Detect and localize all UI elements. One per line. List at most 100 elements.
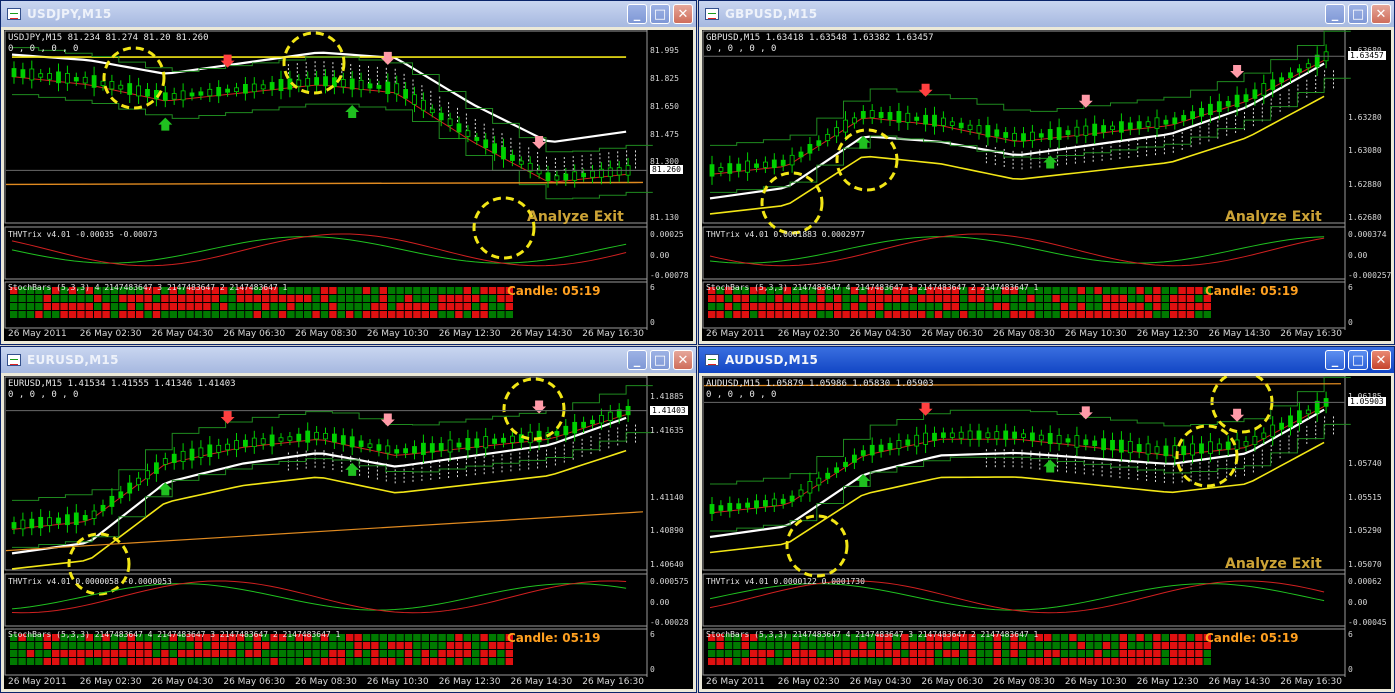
price-axis-label: 1.05515 — [1348, 492, 1382, 502]
chart-icon — [705, 8, 719, 20]
stochbars-label: StochBars (5,3,3) 2147483647 4 214748364… — [706, 283, 1039, 292]
chart-icon — [7, 354, 21, 366]
stoch-axis-label: 0 — [650, 665, 655, 674]
price-axis-label: 1.41635 — [650, 425, 684, 435]
trix-label: THVTrix v4.01 0.0000122 0.0001730 — [706, 577, 865, 586]
time-axis-label: 26 May 04:30 — [849, 329, 912, 339]
chart-area[interactable]: EURUSD,M15 1.41534 1.41555 1.41346 1.414… — [4, 376, 693, 689]
moving-average-red — [11, 414, 627, 530]
buy-arrow-icon — [1043, 155, 1058, 169]
time-axis-label: 26 May 14:30 — [510, 677, 573, 687]
window-titlebar[interactable]: EURUSD,M15 _ □ ✕ — [1, 347, 696, 373]
chart-area[interactable]: AUDUSD,M15 1.05879 1.05986 1.05830 1.059… — [702, 376, 1391, 689]
analyze-exit-label: Analyze Exit — [1225, 209, 1322, 225]
time-axis-label: 26 May 16:30 — [1280, 329, 1342, 339]
indicator-values: 0 , 0 , 0 , 0 — [8, 390, 79, 400]
maximize-button[interactable]: □ — [650, 350, 670, 370]
trix-axis-label: -0.00045 — [1348, 618, 1387, 627]
time-axis-label: 26 May 06:30 — [223, 677, 286, 687]
time-axis-label: 26 May 2011 — [706, 677, 765, 687]
time-axis-label: 26 May 06:30 — [223, 329, 286, 339]
moving-average-yellow — [709, 441, 1325, 554]
time-axis-label: 26 May 04:30 — [849, 677, 912, 687]
trix-axis-label: 0.00 — [650, 597, 670, 607]
close-button[interactable]: ✕ — [673, 350, 693, 370]
trix-label: THVTrix v4.01 0.0001883 0.0002977 — [706, 230, 865, 239]
chart-area[interactable]: GBPUSD,M15 1.63418 1.63548 1.63382 1.634… — [702, 30, 1391, 341]
time-axis-label: 26 May 02:30 — [777, 329, 840, 339]
stochbars-label: StochBars (5,3,3) 4 2147483647 3 2147483… — [8, 283, 288, 292]
maximize-button[interactable]: □ — [650, 4, 670, 24]
sell-arrow-icon — [1230, 408, 1245, 422]
minimize-button[interactable]: _ — [627, 4, 647, 24]
time-axis-label: 26 May 14:30 — [1208, 329, 1271, 339]
indicator-panel — [4, 376, 648, 571]
indicator-values: 0 , 0 , 0 , 0 — [706, 390, 777, 400]
chart-window-usdjpy[interactable]: USDJPY,M15 _ □ ✕ USDJPY,M15 81.234 81.27… — [0, 0, 697, 345]
window-titlebar[interactable]: GBPUSD,M15 _ □ ✕ — [699, 1, 1394, 27]
current-price-label: 81.260 — [650, 165, 683, 175]
maximize-button[interactable]: □ — [1348, 350, 1368, 370]
trix-axis-label: 0.00 — [650, 250, 670, 260]
stoch-axis-label: 6 — [650, 283, 655, 292]
time-axis-label: 26 May 06:30 — [921, 329, 984, 339]
price-axis-label: 1.40890 — [650, 526, 684, 536]
chart-icon — [705, 354, 719, 366]
window-titlebar[interactable]: USDJPY,M15 _ □ ✕ — [1, 1, 696, 27]
time-axis-label: 26 May 08:30 — [295, 677, 357, 687]
current-price-label: 1.05903 — [1348, 397, 1386, 407]
window-title: GBPUSD,M15 — [725, 7, 818, 21]
indicator-values: 0 , 0 , 0 , 0 — [706, 44, 777, 54]
time-axis-label: 26 May 16:30 — [582, 677, 644, 687]
maximize-button[interactable]: □ — [1348, 4, 1368, 24]
signal-highlight-circle — [502, 377, 566, 441]
trix-axis-label: -0.00028 — [650, 618, 689, 627]
close-button[interactable]: ✕ — [673, 4, 693, 24]
buy-arrow-icon — [1043, 459, 1058, 473]
time-axis-label: 26 May 16:30 — [1280, 677, 1342, 687]
time-axis-label: 26 May 14:30 — [510, 329, 573, 339]
buy-arrow-icon — [158, 117, 173, 131]
moving-average-red — [709, 405, 1325, 514]
minimize-button[interactable]: _ — [1325, 350, 1345, 370]
time-axis-label: 26 May 06:30 — [921, 677, 984, 687]
window-title: USDJPY,M15 — [27, 7, 112, 21]
chart-window-eurusd[interactable]: EURUSD,M15 _ □ ✕ EURUSD,M15 1.41534 1.41… — [0, 346, 697, 693]
close-button[interactable]: ✕ — [1371, 350, 1391, 370]
stochbars-label: StochBars (5,3,3) 2147483647 4 214748364… — [706, 630, 1039, 639]
chart-window-gbpusd[interactable]: GBPUSD,M15 _ □ ✕ GBPUSD,M15 1.63418 1.63… — [698, 0, 1395, 345]
close-button[interactable]: ✕ — [1371, 4, 1391, 24]
minimize-button[interactable]: _ — [627, 350, 647, 370]
minimize-button[interactable]: _ — [1325, 4, 1345, 24]
symbol-info-line: GBPUSD,M15 1.63418 1.63548 1.63382 1.634… — [706, 33, 934, 43]
time-axis-label: 26 May 12:30 — [1136, 329, 1199, 339]
time-axis-label: 26 May 10:30 — [1064, 677, 1127, 687]
price-axis-label: 1.63080 — [1348, 146, 1382, 156]
stoch-axis-label: 0 — [650, 318, 655, 327]
time-axis-label: 26 May 2011 — [8, 677, 67, 687]
window-titlebar[interactable]: AUDUSD,M15 _ □ ✕ — [699, 347, 1394, 373]
price-axis-label: 1.40640 — [650, 560, 684, 569]
time-axis-label: 26 May 04:30 — [151, 677, 214, 687]
symbol-info-line: EURUSD,M15 1.41534 1.41555 1.41346 1.414… — [8, 379, 236, 389]
price-axis-label: 1.05740 — [1348, 459, 1382, 469]
stoch-axis-label: 0 — [1348, 665, 1353, 674]
window-title: AUDUSD,M15 — [725, 353, 819, 367]
candle-timer: Candle: 05:19 — [1205, 284, 1299, 298]
time-axis-label: 26 May 2011 — [706, 329, 765, 339]
buy-arrow-icon — [158, 482, 173, 496]
trix-axis-label: 0.000374 — [1348, 230, 1387, 239]
time-axis-label: 26 May 14:30 — [1208, 677, 1271, 687]
chart-area[interactable]: USDJPY,M15 81.234 81.274 81.20 81.260 0 ,… — [4, 30, 693, 341]
indicator-values: 0 , 0 , 0 , 0 — [8, 44, 79, 54]
trix-axis-label: -0.000257 — [1348, 271, 1392, 280]
chart-window-audusd[interactable]: AUDUSD,M15 _ □ ✕ AUDUSD,M15 1.05879 1.05… — [698, 346, 1395, 693]
window-title: EURUSD,M15 — [27, 353, 119, 367]
moving-average-orange — [5, 511, 644, 552]
price-axis-label: 1.62880 — [1348, 179, 1382, 189]
symbol-info-line: USDJPY,M15 81.234 81.274 81.20 81.260 — [8, 33, 209, 43]
buy-arrow-icon — [345, 105, 360, 119]
price-axis-label: 1.63280 — [1348, 112, 1382, 122]
time-axis-label: 26 May 08:30 — [993, 329, 1055, 339]
indicator-panel — [4, 30, 648, 224]
